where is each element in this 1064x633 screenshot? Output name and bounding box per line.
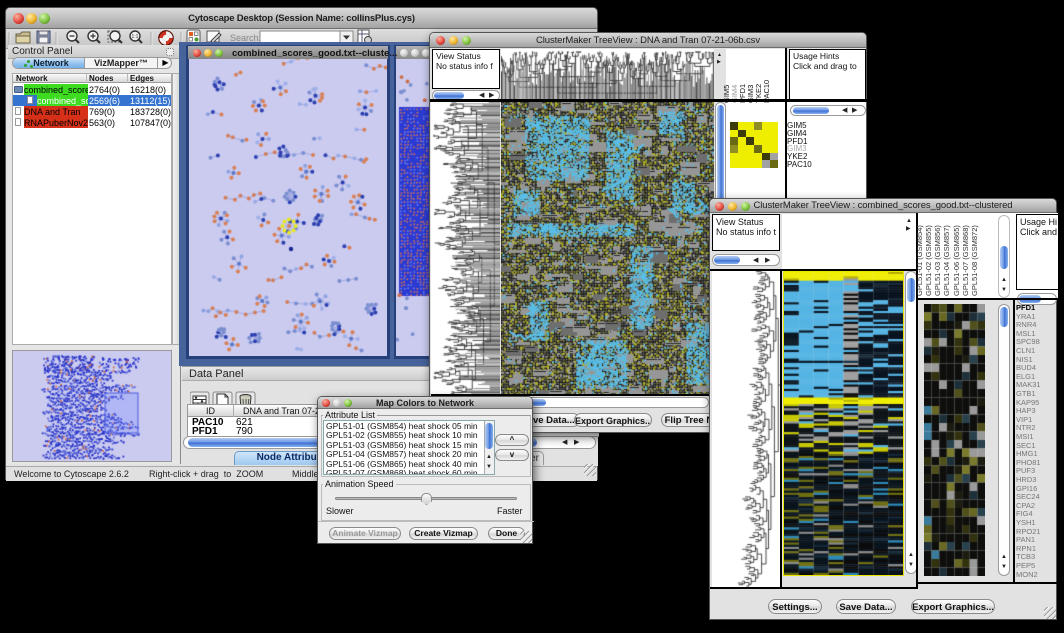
svg-text:1:1: 1:1 (132, 34, 139, 40)
